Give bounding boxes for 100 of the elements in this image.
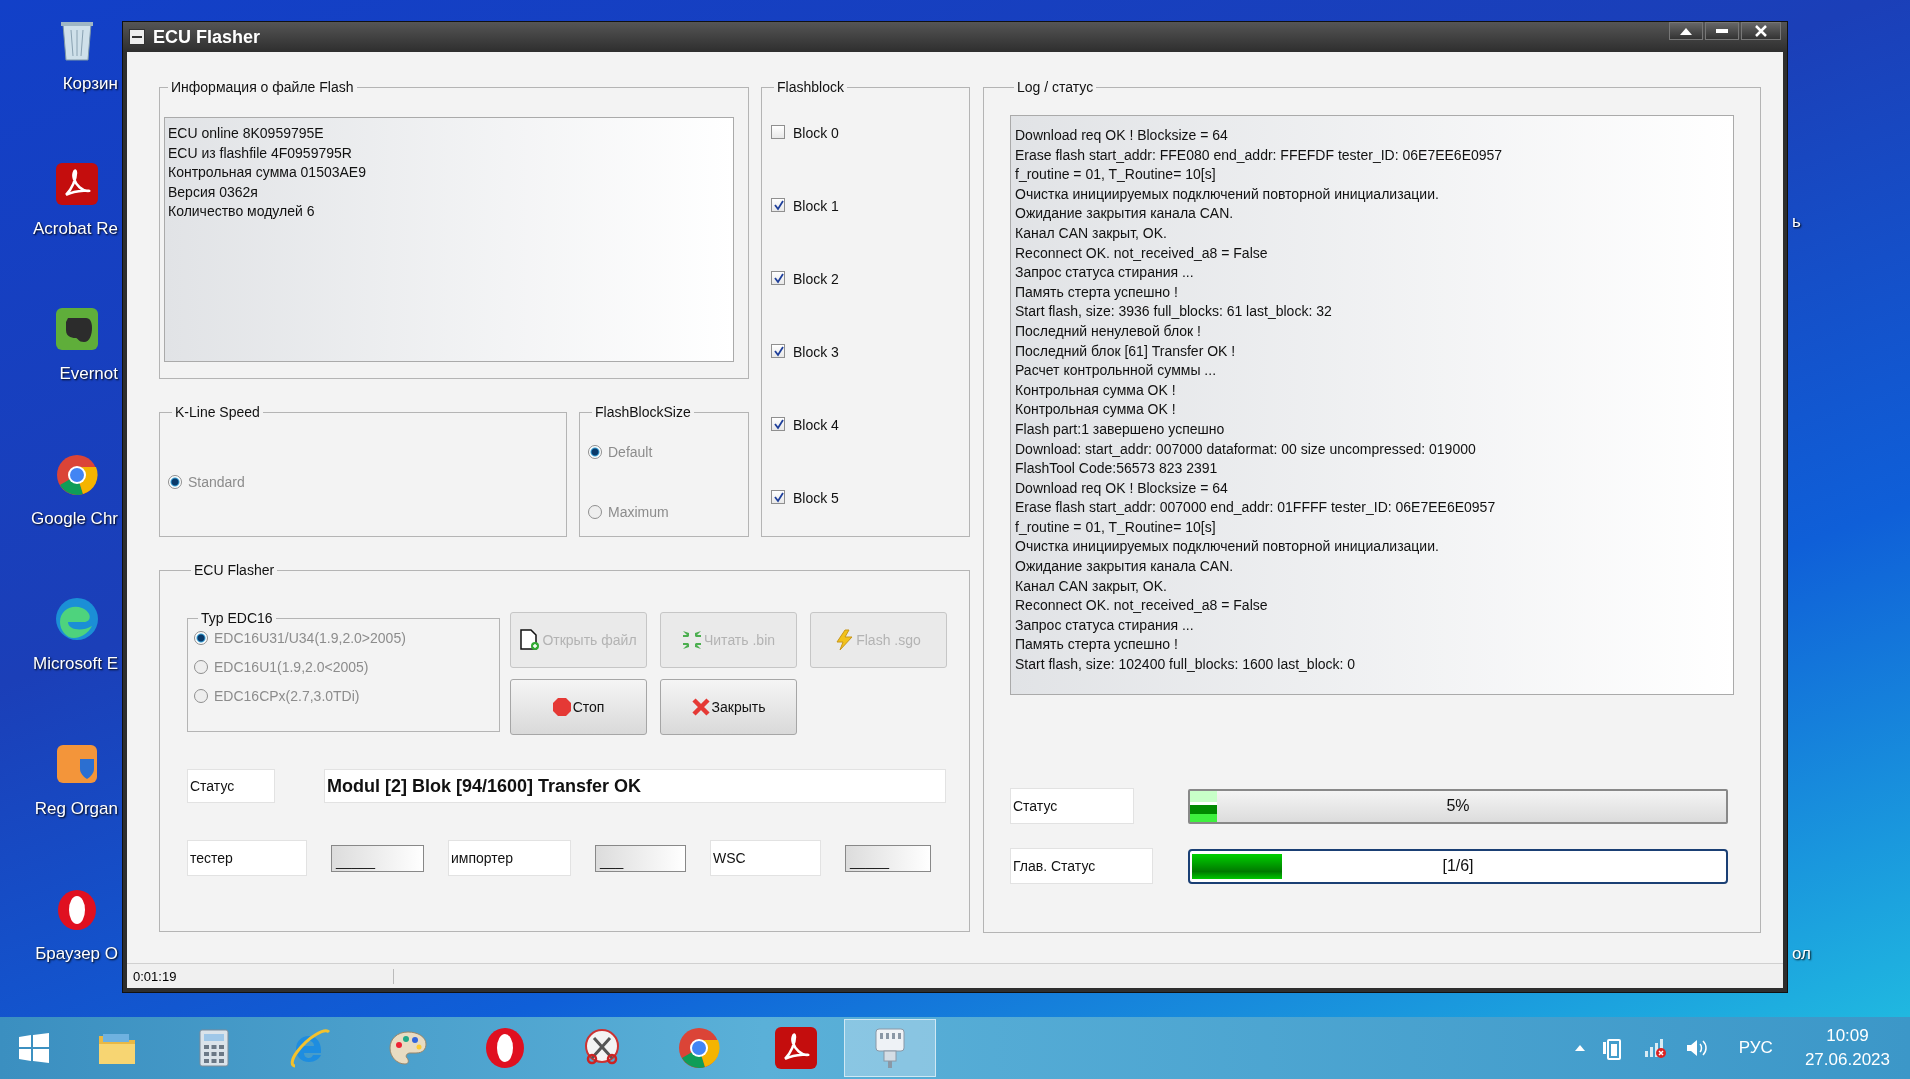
info-line: ECU из flashfile 4F0959795R <box>168 143 353 163</box>
check-icon <box>772 199 784 211</box>
caret-up-icon <box>1680 27 1692 35</box>
log-line: Контрольная сумма OK ! <box>1015 380 1177 400</box>
window-menu-icon[interactable] <box>129 29 145 45</box>
radio-label: Maximum <box>608 504 669 520</box>
arrows-in-icon <box>681 630 702 650</box>
desktop-icon-label[interactable]: ь <box>1792 212 1811 232</box>
network-error-icon[interactable] <box>1642 1037 1667 1059</box>
checkbox[interactable] <box>771 490 785 504</box>
radio-label: EDC16U31/U34(1.9,2.0>2005) <box>214 630 406 646</box>
browser-ball-icon[interactable] <box>55 453 99 497</box>
checkbox-label: Block 4 <box>793 417 839 433</box>
desktop-icon-label[interactable]: Acrobat Re <box>32 219 118 239</box>
desktop-icon-label[interactable]: Google Chr <box>31 509 118 529</box>
maximize-button[interactable] <box>1705 22 1739 40</box>
close-button[interactable] <box>1741 22 1781 40</box>
log-line: f_routine = 01, T_Routine= 10[s] <box>1015 165 1217 185</box>
group-title: FlashBlockSize <box>594 404 692 420</box>
checkbox-label: Block 5 <box>793 490 839 506</box>
log-line: Канал CAN закрыт, OK. <box>1015 576 1168 596</box>
radio-label: Default <box>608 444 653 460</box>
log-line: Контрольная сумма OK ! <box>1015 400 1177 420</box>
wave-app-icon[interactable] <box>54 596 100 642</box>
caret-up-icon[interactable] <box>1574 1045 1585 1051</box>
log-line: Erase flash start_addr: FFE080 end_addr: FFEFDF tester_ID: 06E7EE6E0957 <box>1015 145 1504 165</box>
checkbox[interactable] <box>771 271 785 285</box>
value-field: _____ <box>331 844 424 872</box>
elapsed-time: 0:01:19 <box>133 968 394 984</box>
pdf-app-icon[interactable] <box>772 1025 819 1071</box>
check-icon <box>772 345 784 357</box>
log-line: Ожидание закрытия канала CAN. <box>1015 557 1235 577</box>
elephant-app-icon[interactable] <box>54 306 100 352</box>
bar-icon <box>1716 29 1728 33</box>
checkbox[interactable] <box>771 417 785 431</box>
log-line: Память стерта успешно ! <box>1015 282 1179 302</box>
window-title: ECU Flasher <box>153 26 261 48</box>
status-value: Modul [2] Blok [94/1600] Transfer OK <box>324 769 946 803</box>
status-label: Статус <box>187 769 275 803</box>
log-line: Последний блок [61] Transfer OK ! <box>1015 341 1237 361</box>
cross-icon <box>691 698 710 716</box>
taskbar-app-button[interactable] <box>844 1019 936 1077</box>
log-line: Ожидание закрытия канала CAN. <box>1015 204 1235 224</box>
browser-ball-icon[interactable] <box>676 1026 721 1070</box>
ring-o-icon[interactable] <box>55 888 99 932</box>
group-title: Log / статус <box>1016 79 1095 95</box>
close-icon <box>1755 25 1767 37</box>
log-line: Очистка инициируемых подключений повторной инициализации. <box>1015 184 1440 204</box>
group-title: Typ EDC16 <box>200 610 274 626</box>
value-field: _____ <box>845 844 931 872</box>
field-label: тестер <box>187 840 307 876</box>
progress-text: 5% <box>1446 797 1470 815</box>
group-title: Информация о файле Flash <box>170 79 355 95</box>
group-title: K-Line Speed <box>174 404 261 420</box>
log-line: Download req OK ! Blocksize = 64 <box>1015 478 1229 498</box>
new-file-icon <box>520 629 541 651</box>
minimize-button[interactable] <box>1669 22 1703 40</box>
desktop-icon-label[interactable]: Reg Organ <box>34 799 118 819</box>
field-label: импортер <box>448 840 571 876</box>
stop-button[interactable]: Стоп <box>510 679 647 735</box>
lightning-icon <box>836 629 855 651</box>
log-line: Download: start_addr: 007000 dataformat: 00 size uncompressed: 019000 <box>1015 439 1477 459</box>
palette-icon[interactable] <box>387 1029 428 1067</box>
checkbox-label: Block 0 <box>793 125 839 141</box>
checkbox[interactable] <box>771 198 785 212</box>
radio-label: EDC16U1(1.9,2.0<2005) <box>214 659 369 675</box>
log-line: Запрос статуса стирания ... <box>1015 263 1195 283</box>
checkbox-label: Block 3 <box>793 344 839 360</box>
checkbox[interactable] <box>771 344 785 358</box>
desktop-icon-label[interactable]: Корзин <box>62 74 118 94</box>
progress-label: Глав. Статус <box>1010 848 1153 884</box>
desktop-icon-label[interactable]: Браузер O <box>35 944 118 964</box>
desktop-icon-label[interactable]: Microsoft E <box>32 654 118 674</box>
progress-text: [1/6] <box>1442 857 1474 875</box>
info-line: Количество модулей 6 <box>168 202 316 222</box>
log-line: Flash part:1 завершено успешно <box>1015 419 1226 439</box>
log-line: Расчет контрольнной суммы ... <box>1015 361 1218 381</box>
field-label: WSC <box>710 840 821 876</box>
group-title: ECU Flasher <box>193 562 276 578</box>
desktop-icon-label[interactable]: Evernot <box>59 364 118 384</box>
check-icon <box>772 418 784 430</box>
log-line: FlashTool Code:56573 823 2391 <box>1015 459 1219 479</box>
log-line: Start flash, size: 3936 full_blocks: 61 last_block: 32 <box>1015 302 1333 322</box>
log-line: Память стерта успешно ! <box>1015 635 1179 655</box>
info-line: Контрольная сумма 01503AE9 <box>168 163 367 183</box>
info-line: Версия 0362я <box>168 182 259 202</box>
checkbox-label: Block 1 <box>793 198 839 214</box>
checkbox-label: Block 2 <box>793 271 839 287</box>
speaker-icon[interactable] <box>1684 1037 1707 1059</box>
close-app-button[interactable]: Закрыть <box>660 679 797 735</box>
log-line: Последний ненулевой блок ! <box>1015 321 1202 341</box>
radio-label: Standard <box>188 474 245 490</box>
log-line: Erase flash start_addr: 007000 end_addr: 01FFFF tester_ID: 06E7EE6E0957 <box>1015 498 1497 518</box>
progress-label: Статус <box>1010 788 1134 824</box>
checkbox[interactable] <box>771 125 785 139</box>
calculator-icon[interactable] <box>198 1029 229 1067</box>
check-icon <box>772 272 784 284</box>
value-field: ___ <box>595 844 686 872</box>
log-line: f_routine = 01, T_Routine= 10[s] <box>1015 517 1217 537</box>
pdf-app-icon[interactable] <box>54 161 100 207</box>
